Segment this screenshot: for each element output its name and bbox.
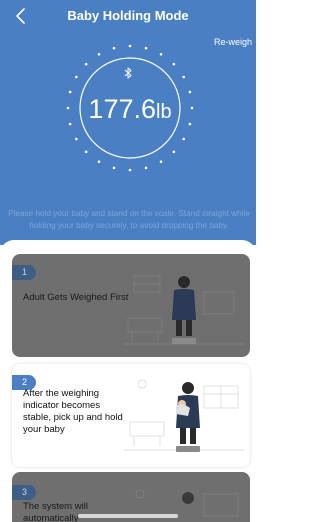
- home-indicator: [78, 514, 178, 518]
- ring-dot: [112, 166, 116, 170]
- step-badge-3: 3: [12, 485, 36, 500]
- ring-dot: [84, 62, 88, 66]
- step-card-1: 1 Adult Gets Weighed First: [12, 254, 250, 357]
- step-text-1: Adult Gets Weighed First: [23, 292, 129, 303]
- step-badge-1: 1: [12, 265, 36, 280]
- ring-dot: [159, 53, 163, 56]
- ring-dot: [172, 150, 176, 154]
- bluetooth-icon: [124, 67, 132, 79]
- ring-dot: [182, 137, 185, 141]
- ring-dot: [144, 166, 148, 170]
- weight-unit: lb: [156, 101, 172, 123]
- weight-readout: 177.6lb: [64, 94, 196, 125]
- adult-weighing-illustration: [124, 275, 244, 345]
- ring-dot: [75, 137, 78, 141]
- step-text-2: After the weighing indicator becomes sta…: [23, 388, 123, 435]
- ring-dot: [68, 90, 72, 94]
- ring-dot: [75, 75, 78, 79]
- ring-dot: [172, 62, 176, 66]
- ring-dot: [188, 90, 192, 94]
- adult-holding-baby-illustration: [124, 379, 244, 452]
- page-title: Baby Holding Mode: [67, 8, 189, 23]
- reweigh-button[interactable]: Re-weigh: [214, 37, 252, 47]
- ring-dot: [182, 75, 185, 79]
- ring-dot: [84, 150, 88, 154]
- ring-dot: [128, 44, 132, 48]
- ring-dot: [112, 46, 116, 50]
- ring-dot: [97, 160, 101, 163]
- ring-dot: [97, 53, 101, 56]
- header: Baby Holding Mode Re-weigh 177.6lb Pleas…: [0, 0, 256, 245]
- ring-dot: [159, 160, 163, 163]
- weight-value: 177.6: [88, 94, 156, 124]
- ring-dot: [144, 46, 148, 50]
- step-card-2: 2 After the weighing indicator becomes s…: [12, 364, 250, 467]
- instruction-text: Please hold your baby and stand on the s…: [8, 209, 250, 230]
- ring-dot: [128, 168, 132, 172]
